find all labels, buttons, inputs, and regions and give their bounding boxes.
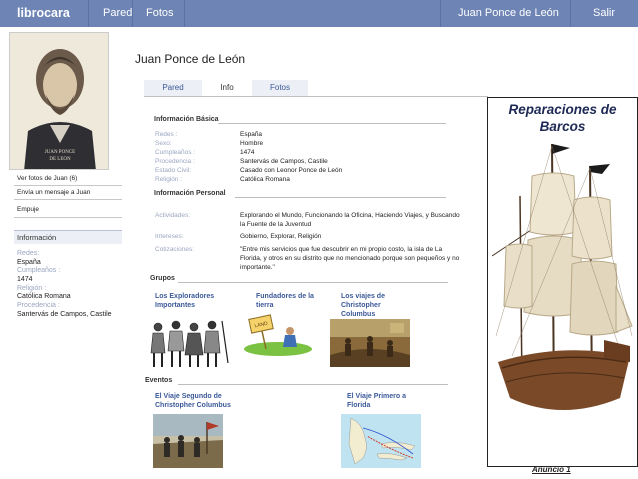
events-heading: Eventos xyxy=(145,377,173,384)
group-link[interactable]: Los Exploradores Importantes xyxy=(155,292,237,310)
info-religion-label: Religión : xyxy=(17,285,47,292)
info-redes-label: Redes: xyxy=(17,250,40,257)
nav-link-fotos[interactable]: Fotos xyxy=(146,0,174,27)
divider xyxy=(218,123,446,124)
info-cumple-label: Cumpleaños : xyxy=(17,267,61,274)
basic-key: Estado Civil: xyxy=(155,167,192,174)
poke-link[interactable]: Empuje xyxy=(17,206,39,213)
activities-label: Actividades: xyxy=(155,212,191,219)
basic-value: Hombre xyxy=(240,140,264,147)
ad-label: Anuncio 1 xyxy=(532,465,571,474)
info-cumple-value: 1474 xyxy=(17,276,33,283)
send-message-link[interactable]: Envía un mensaje a Juan xyxy=(17,189,90,196)
event-image[interactable] xyxy=(341,414,421,468)
nav-user-profile[interactable]: Juan Ponce de León xyxy=(458,0,559,27)
divider xyxy=(14,185,122,186)
event-link[interactable]: El Viaje Primero a Florida xyxy=(347,392,427,410)
info-procedencia-value: Santervás de Campos, Castile xyxy=(17,311,112,318)
info-redes-value: España xyxy=(17,259,41,266)
groups-heading: Grupos xyxy=(150,275,175,282)
page-title: Juan Ponce de León xyxy=(135,52,246,66)
group-link[interactable]: Fundadores de la tierra xyxy=(256,292,316,310)
profile-tabs: Pared Info Fotos xyxy=(144,80,488,97)
event-image[interactable] xyxy=(153,414,223,468)
group-image[interactable] xyxy=(330,319,410,367)
divider xyxy=(178,384,448,385)
basic-value: Santervás de Campos, Castile xyxy=(240,158,328,165)
basic-key: Cumpleaños : xyxy=(155,149,196,156)
nav-divider xyxy=(570,0,571,27)
nav-divider xyxy=(184,0,185,27)
divider xyxy=(178,282,448,283)
interests-label: Intereses: xyxy=(155,233,184,240)
nav-divider xyxy=(440,0,441,27)
divider xyxy=(14,217,122,218)
advertisement[interactable]: Reparaciones de Barcos xyxy=(487,97,638,467)
ship-image xyxy=(492,143,633,410)
basic-value: Casado con Leonor Ponce de León xyxy=(240,167,343,174)
tab-info[interactable]: Info xyxy=(202,80,252,96)
info-box-title: Información xyxy=(17,233,57,242)
ad-title: Reparaciones de Barcos xyxy=(508,102,617,134)
tab-pared[interactable]: Pared xyxy=(144,80,202,96)
divider xyxy=(14,199,122,200)
info-procedencia-label: Procedencia : xyxy=(17,302,60,309)
group-link[interactable]: Los viajes de Christopher Columbus xyxy=(341,292,405,319)
info-box-header: Información xyxy=(14,230,122,244)
quotes-label: Cotizaciones: xyxy=(155,246,195,253)
personal-info-heading: Información Personal xyxy=(154,190,226,197)
brand-logo[interactable]: librocara xyxy=(17,0,70,27)
top-nav-bar: librocara Pared Fotos Juan Ponce de León… xyxy=(0,0,638,27)
tab-fotos[interactable]: Fotos xyxy=(252,80,308,96)
profile-picture[interactable]: JUAN PONCE DE LEON xyxy=(9,32,109,170)
group-image[interactable] xyxy=(148,313,230,371)
nav-link-pared[interactable]: Pared xyxy=(103,0,132,27)
activities-value: Explorando el Mundo, Funcionando la Ofic… xyxy=(240,212,460,228)
svg-text:JUAN PONCE: JUAN PONCE xyxy=(45,150,75,155)
nav-divider xyxy=(88,0,89,27)
quotes-value: "Entre mis servicios que fue descubrir e… xyxy=(240,246,460,271)
info-religion-value: Católica Romana xyxy=(17,293,71,300)
group-image[interactable]: LAND xyxy=(240,313,315,357)
basic-value: Católica Romana xyxy=(240,176,290,183)
basic-value: 1474 xyxy=(240,149,255,156)
logout-link[interactable]: Salir xyxy=(593,0,615,27)
basic-key: Procedencia : xyxy=(155,158,195,165)
basic-value: España xyxy=(240,131,263,138)
view-photos-link[interactable]: Ver fotos de Juan (6) xyxy=(17,175,77,182)
basic-key: Sexo: xyxy=(155,140,172,147)
interests-value: Gobierno, Explorar, Religión xyxy=(240,233,322,240)
nav-divider xyxy=(132,0,133,27)
basic-key: Religión : xyxy=(155,176,183,183)
basic-key: Redes : xyxy=(155,131,178,138)
event-link[interactable]: El Viaje Segundo de Christopher Columbus xyxy=(155,392,255,410)
divider xyxy=(235,197,446,198)
basic-info-heading: Información Básica xyxy=(154,116,219,123)
svg-text:DE LEON: DE LEON xyxy=(49,157,71,162)
